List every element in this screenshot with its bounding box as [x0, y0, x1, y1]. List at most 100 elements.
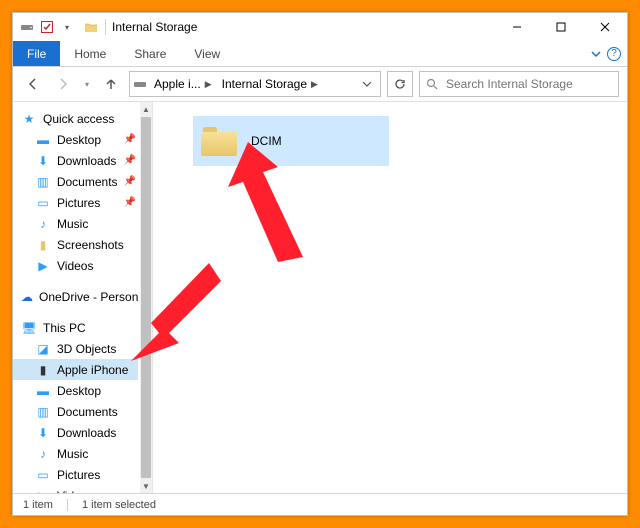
- sidebar-item-label: Apple iPhone: [57, 363, 128, 377]
- sidebar-this-pc[interactable]: 🖥 This PC: [13, 317, 138, 338]
- ribbon: File Home Share View ?: [13, 41, 627, 67]
- address-dropdown-icon[interactable]: [356, 79, 378, 89]
- sidebar-item-label: Documents: [57, 175, 118, 189]
- ribbon-help-icon[interactable]: ?: [607, 47, 621, 61]
- explorer-window: ▾ Internal Storage File Home Share View: [12, 12, 628, 516]
- qat-dropdown-icon[interactable]: ▾: [59, 19, 75, 35]
- sidebar-item-label: Downloads: [57, 426, 116, 440]
- sidebar-item-label: Pictures: [57, 468, 100, 482]
- breadcrumb-label: Internal Storage: [222, 77, 307, 91]
- pin-icon: 📌: [124, 134, 138, 145]
- status-selected-count: 1 item selected: [82, 499, 156, 511]
- breadcrumb-label: Apple i...: [154, 77, 201, 91]
- desktop-icon: ▬: [35, 132, 51, 148]
- folder-label: DCIM: [251, 134, 282, 148]
- sidebar-item-pictures[interactable]: ▭ Pictures: [13, 464, 138, 485]
- sidebar-item-pictures[interactable]: ▭ Pictures 📌: [13, 192, 138, 213]
- sidebar-item-desktop[interactable]: ▬ Desktop 📌: [13, 129, 138, 150]
- sidebar-item-documents[interactable]: ▥ Documents: [13, 401, 138, 422]
- video-icon: ▶: [35, 488, 51, 494]
- search-icon: [426, 78, 438, 90]
- sidebar-item-label: Music: [57, 447, 88, 461]
- recent-locations-button[interactable]: ▾: [81, 72, 93, 96]
- folder-icon: [201, 123, 241, 159]
- document-icon: ▥: [35, 404, 51, 420]
- status-item-count: 1 item: [23, 499, 53, 511]
- sidebar-item-label: Music: [57, 217, 88, 231]
- download-icon: ⬇: [35, 425, 51, 441]
- content-pane[interactable]: DCIM: [153, 102, 627, 493]
- tab-view[interactable]: View: [180, 41, 234, 66]
- breadcrumb-segment[interactable]: Apple i... ▶: [150, 77, 216, 91]
- scrollbar-thumb[interactable]: [141, 117, 151, 478]
- star-icon: ★: [21, 111, 37, 127]
- sidebar-label: This PC: [43, 321, 86, 335]
- minimize-button[interactable]: [495, 13, 539, 41]
- address-bar[interactable]: Apple i... ▶ Internal Storage ▶: [129, 71, 381, 97]
- chevron-right-icon[interactable]: ▶: [205, 79, 212, 90]
- pin-icon: 📌: [124, 197, 138, 208]
- breadcrumb-segment[interactable]: Internal Storage ▶: [218, 77, 322, 91]
- sidebar-item-videos[interactable]: ▶ Videos: [13, 485, 138, 493]
- back-button[interactable]: [21, 72, 45, 96]
- picture-icon: ▭: [35, 467, 51, 483]
- chevron-right-icon[interactable]: ▶: [311, 79, 318, 90]
- sidebar-item-label: Screenshots: [57, 238, 124, 252]
- tab-home[interactable]: Home: [60, 41, 120, 66]
- folder-icon: [83, 19, 99, 35]
- sidebar-label: OneDrive - Person: [39, 290, 138, 304]
- file-tab[interactable]: File: [13, 41, 60, 66]
- sidebar-item-music[interactable]: ♪ Music: [13, 443, 138, 464]
- sidebar-item-music[interactable]: ♪ Music: [13, 213, 138, 234]
- sidebar-item-label: Desktop: [57, 133, 101, 147]
- sidebar-item-apple-iphone[interactable]: ▮ Apple iPhone: [13, 359, 138, 380]
- sidebar-item-label: 3D Objects: [57, 342, 116, 356]
- sidebar-item-documents[interactable]: ▥ Documents 📌: [13, 171, 138, 192]
- ribbon-expand-icon[interactable]: [591, 49, 601, 59]
- sidebar-onedrive[interactable]: ☁ OneDrive - Person: [13, 286, 138, 307]
- document-icon: ▥: [35, 174, 51, 190]
- titlebar: ▾ Internal Storage: [13, 13, 627, 41]
- sidebar-item-screenshots[interactable]: ▮ Screenshots: [13, 234, 138, 255]
- desktop-icon: ▬: [35, 383, 51, 399]
- sidebar-item-desktop[interactable]: ▬ Desktop: [13, 380, 138, 401]
- phone-icon: ▮: [35, 362, 51, 378]
- video-icon: ▶: [35, 258, 51, 274]
- onedrive-icon: ☁: [21, 289, 33, 305]
- search-input[interactable]: [444, 76, 612, 92]
- drive-icon: [19, 19, 35, 35]
- scroll-up-icon[interactable]: ▲: [140, 102, 152, 116]
- download-icon: ⬇: [35, 153, 51, 169]
- close-button[interactable]: [583, 13, 627, 41]
- nav-scrollbar[interactable]: ▲ ▼: [140, 102, 152, 493]
- picture-icon: ▭: [35, 195, 51, 211]
- qat-checkbox-icon[interactable]: [39, 19, 55, 35]
- folder-icon: ▮: [35, 237, 51, 253]
- search-box[interactable]: [419, 71, 619, 97]
- sidebar-item-videos[interactable]: ▶ Videos: [13, 255, 138, 276]
- sidebar-item-3d-objects[interactable]: ◪ 3D Objects: [13, 338, 138, 359]
- cube-icon: ◪: [35, 341, 51, 357]
- window-title: Internal Storage: [112, 20, 197, 34]
- music-icon: ♪: [35, 446, 51, 462]
- sidebar-item-downloads[interactable]: ⬇ Downloads 📌: [13, 150, 138, 171]
- forward-button[interactable]: [51, 72, 75, 96]
- sidebar-item-downloads[interactable]: ⬇ Downloads: [13, 422, 138, 443]
- music-icon: ♪: [35, 216, 51, 232]
- drive-icon: [132, 76, 148, 92]
- tab-share[interactable]: Share: [120, 41, 180, 66]
- pin-icon: 📌: [124, 176, 138, 187]
- folder-item-dcim[interactable]: DCIM: [193, 116, 389, 166]
- maximize-button[interactable]: [539, 13, 583, 41]
- address-row: ▾ Apple i... ▶ Internal Storage ▶: [13, 67, 627, 101]
- refresh-button[interactable]: [387, 71, 413, 97]
- up-button[interactable]: [99, 72, 123, 96]
- navigation-pane: ★ Quick access ▬ Desktop 📌 ⬇ Downloads 📌…: [13, 102, 153, 493]
- sidebar-quick-access[interactable]: ★ Quick access: [13, 108, 138, 129]
- sidebar-label: Quick access: [43, 112, 114, 126]
- status-bar: 1 item 1 item selected: [13, 493, 627, 515]
- sidebar-item-label: Videos: [57, 489, 93, 494]
- sidebar-item-label: Pictures: [57, 196, 100, 210]
- sidebar-item-label: Documents: [57, 405, 118, 419]
- scroll-down-icon[interactable]: ▼: [140, 479, 152, 493]
